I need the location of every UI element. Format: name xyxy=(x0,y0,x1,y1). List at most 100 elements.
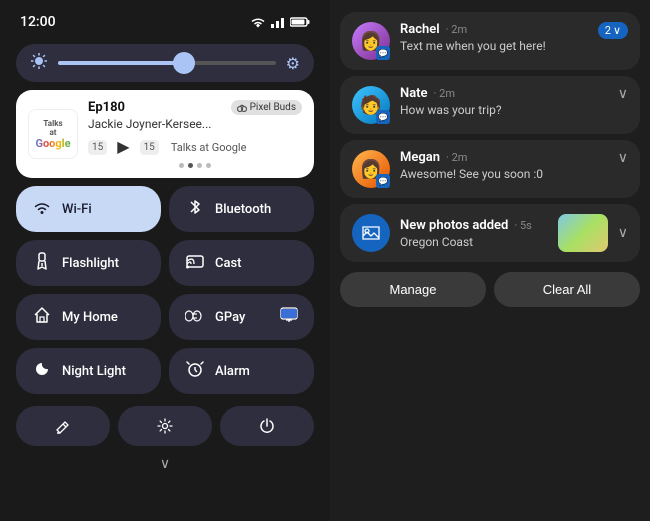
dot-2 xyxy=(188,163,193,168)
alarm-tile[interactable]: Alarm xyxy=(169,348,314,394)
media-info: Ep180 Pixel Buds Jackie Joyner-Kersee...… xyxy=(88,100,302,168)
dot-1 xyxy=(179,163,184,168)
edit-button[interactable] xyxy=(16,406,110,446)
photos-time: · 5s xyxy=(514,219,531,232)
media-card[interactable]: Talks at Google Ep180 Pixel Buds Jackie … xyxy=(16,90,314,178)
bluetooth-icon xyxy=(185,198,205,220)
home-icon xyxy=(32,306,52,328)
megan-content: Megan · 2m Awesome! See you soon :0 xyxy=(400,150,608,181)
settings-gear-icon[interactable]: ⚙ xyxy=(286,54,300,73)
nate-notification[interactable]: 🧑 💬 Nate · 2m How was your trip? ∨ xyxy=(340,76,640,134)
battery-icon xyxy=(290,16,310,28)
expand-icon: ∨ xyxy=(613,24,621,37)
nate-avatar-wrapper: 🧑 💬 xyxy=(352,86,390,124)
rachel-content: Rachel · 2m Text me when you get here! xyxy=(400,22,588,53)
pixel-buds-badge: Pixel Buds xyxy=(231,100,302,115)
brightness-icon xyxy=(30,52,48,74)
gpay-label: GPay xyxy=(215,310,245,325)
photos-content: New photos added · 5s Oregon Coast xyxy=(400,218,548,249)
alarm-label: Alarm xyxy=(215,364,250,379)
nate-header: Nate · 2m xyxy=(400,86,608,101)
chevron-down[interactable]: ∨ xyxy=(16,456,314,472)
photos-notification[interactable]: New photos added · 5s Oregon Coast ∨ xyxy=(340,204,640,262)
wifi-label: Wi-Fi xyxy=(62,202,92,217)
message-icon-nate: 💬 xyxy=(376,110,390,124)
status-time: 12:00 xyxy=(20,14,56,30)
media-artist: Jackie Joyner-Kersee... xyxy=(88,117,302,131)
photos-expand[interactable]: ∨ xyxy=(618,225,628,241)
play-button[interactable]: ▶ xyxy=(115,135,131,159)
quick-settings-grid: Wi-Fi Bluetooth Flashlight xyxy=(16,186,314,394)
rachel-avatar-wrapper: 👩 💬 xyxy=(352,22,390,60)
headphone-icon xyxy=(237,103,247,113)
rachel-badge[interactable]: 2 ∨ xyxy=(598,22,628,39)
bluetooth-label: Bluetooth xyxy=(215,202,271,217)
night-light-label: Night Light xyxy=(62,364,126,379)
gpay-tile[interactable]: GPay xyxy=(169,294,314,340)
cast-icon xyxy=(185,253,205,273)
megan-header: Megan · 2m xyxy=(400,150,608,165)
brightness-thumb xyxy=(173,52,195,74)
bluetooth-tile[interactable]: Bluetooth xyxy=(169,186,314,232)
bottom-bar xyxy=(16,406,314,446)
rachel-message: Text me when you get here! xyxy=(400,39,588,53)
nate-message: How was your trip? xyxy=(400,103,608,117)
megan-avatar-wrapper: 👩 💬 xyxy=(352,150,390,188)
media-dots xyxy=(88,163,302,168)
clear-all-button[interactable]: Clear All xyxy=(494,272,640,307)
media-logo: Talks at Google xyxy=(28,109,78,159)
skip-fwd-label[interactable]: 15 xyxy=(140,140,159,155)
wifi-icon xyxy=(32,199,52,219)
signal-icon xyxy=(270,16,286,28)
wifi-status-icon xyxy=(250,16,266,28)
notification-actions: Manage Clear All xyxy=(340,268,640,311)
megan-expand[interactable]: ∨ xyxy=(618,150,628,166)
photos-title: New photos added xyxy=(400,218,508,233)
message-icon-rachel: 💬 xyxy=(376,46,390,60)
wifi-tile[interactable]: Wi-Fi xyxy=(16,186,161,232)
flashlight-label: Flashlight xyxy=(62,256,119,271)
media-show: Talks at Google xyxy=(171,141,247,154)
flashlight-tile[interactable]: Flashlight xyxy=(16,240,161,286)
photos-header: New photos added · 5s xyxy=(400,218,548,233)
megan-notification[interactable]: 👩 💬 Megan · 2m Awesome! See you soon :0 … xyxy=(340,140,640,198)
rachel-header: Rachel · 2m xyxy=(400,22,588,37)
status-bar: 12:00 xyxy=(16,12,314,32)
nate-expand[interactable]: ∨ xyxy=(618,86,628,102)
brightness-track[interactable] xyxy=(58,61,276,65)
alarm-icon xyxy=(185,360,205,382)
flashlight-icon xyxy=(32,252,52,274)
my-home-tile[interactable]: My Home xyxy=(16,294,161,340)
photos-icon xyxy=(352,214,390,252)
manage-button[interactable]: Manage xyxy=(340,272,486,307)
settings-button[interactable] xyxy=(118,406,212,446)
dot-3 xyxy=(197,163,202,168)
nate-time: · 2m xyxy=(434,87,455,100)
megan-time: · 2m xyxy=(446,151,467,164)
message-icon-megan: 💬 xyxy=(376,174,390,188)
brightness-slider[interactable]: ⚙ xyxy=(16,44,314,82)
notifications-panel: 👩 💬 Rachel · 2m Text me when you get her… xyxy=(330,0,650,521)
nate-content: Nate · 2m How was your trip? xyxy=(400,86,608,117)
gpay-icon xyxy=(185,308,205,327)
brightness-fill xyxy=(58,61,189,65)
rachel-notification[interactable]: 👩 💬 Rachel · 2m Text me when you get her… xyxy=(340,12,640,70)
nate-name: Nate xyxy=(400,86,428,101)
status-icons xyxy=(250,16,310,28)
megan-message: Awesome! See you soon :0 xyxy=(400,167,608,181)
photos-subtitle: Oregon Coast xyxy=(400,235,548,249)
dot-4 xyxy=(206,163,211,168)
skip-back-label[interactable]: 15 xyxy=(88,140,107,155)
media-episode: Ep180 xyxy=(88,100,125,115)
power-button[interactable] xyxy=(220,406,314,446)
media-top-row: Ep180 Pixel Buds xyxy=(88,100,302,115)
night-light-tile[interactable]: Night Light xyxy=(16,348,161,394)
night-light-icon xyxy=(32,361,52,381)
cast-tile[interactable]: Cast xyxy=(169,240,314,286)
rachel-time: · 2m xyxy=(446,23,467,36)
my-home-label: My Home xyxy=(62,310,118,325)
quick-settings-panel: 12:00 xyxy=(0,0,330,521)
media-controls: 15 ▶ 15 Talks at Google xyxy=(88,135,302,159)
pixel-buds-label: Pixel Buds xyxy=(250,102,296,113)
photos-thumbnail xyxy=(558,214,608,252)
